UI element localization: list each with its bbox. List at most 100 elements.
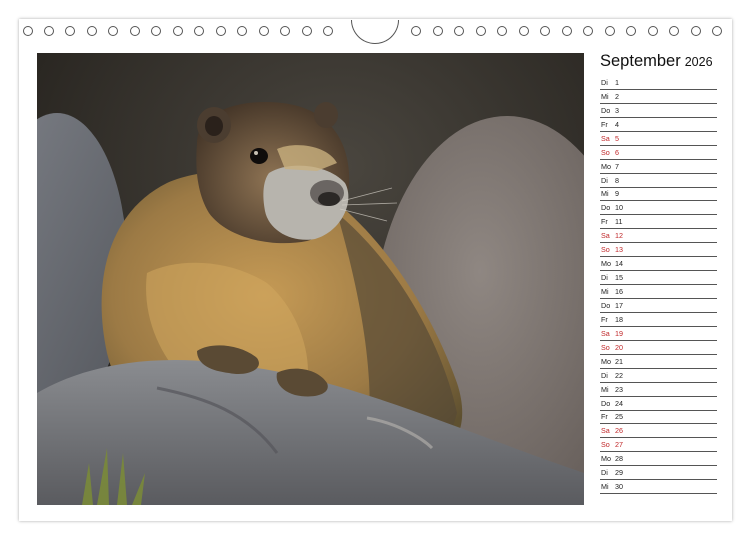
- weekday-abbr: Do: [601, 105, 611, 115]
- binding-ring: [519, 26, 529, 36]
- binding-ring: [605, 26, 615, 36]
- day-row: Fr 18: [600, 313, 717, 327]
- binding-ring: [691, 26, 701, 36]
- weekday-abbr: Di: [601, 370, 608, 380]
- day-row: Mo 21: [600, 355, 717, 369]
- day-row: Di 29: [600, 466, 717, 481]
- day-number: 10: [615, 203, 623, 213]
- day-number: 7: [615, 161, 619, 171]
- day-row: Mi 2: [600, 90, 717, 104]
- weekday-abbr: Fr: [601, 217, 608, 227]
- weekday-abbr: Mi: [601, 91, 609, 101]
- binding-ring: [302, 26, 312, 36]
- day-row: Di 1: [600, 76, 717, 90]
- day-row: Mo 28: [600, 452, 717, 467]
- weekday-abbr: Do: [601, 203, 611, 213]
- day-row: So 20: [600, 341, 717, 355]
- day-number: 8: [615, 175, 619, 185]
- day-number: 2: [615, 91, 619, 101]
- weekday-abbr: Fr: [601, 314, 608, 324]
- weekday-abbr: So: [601, 147, 610, 157]
- day-number: 3: [615, 105, 619, 115]
- weekday-abbr: Fr: [601, 119, 608, 129]
- weekday-abbr: Sa: [601, 231, 610, 241]
- binding-ring: [194, 26, 204, 36]
- day-row: So 13: [600, 243, 717, 258]
- day-number: 24: [615, 398, 623, 408]
- binding-ring: [151, 26, 161, 36]
- binding-ring: [65, 26, 75, 36]
- day-number: 28: [615, 454, 623, 464]
- day-number: 12: [615, 231, 623, 241]
- weekday-abbr: Do: [601, 398, 611, 408]
- day-number: 27: [615, 440, 623, 450]
- weekday-abbr: Mi: [601, 189, 609, 199]
- day-number: 21: [615, 356, 623, 366]
- day-number: 23: [615, 384, 623, 394]
- day-row: Mo 14: [600, 257, 717, 272]
- day-number: 4: [615, 119, 619, 129]
- weekday-abbr: Di: [601, 175, 608, 185]
- binding-ring: [259, 26, 269, 36]
- day-row: So 6: [600, 146, 717, 160]
- weekday-abbr: So: [601, 245, 610, 255]
- binding-ring: [583, 26, 593, 36]
- day-row: Sa 19: [600, 327, 717, 341]
- day-number: 17: [615, 300, 623, 310]
- day-row: Mi 16: [600, 285, 717, 299]
- day-row: Sa 12: [600, 229, 717, 244]
- weekday-abbr: Mi: [601, 482, 609, 492]
- day-row: Do 24: [600, 397, 717, 411]
- binding-ring: [648, 26, 658, 36]
- binding-ring: [411, 26, 421, 36]
- day-number: 26: [615, 426, 623, 436]
- day-row: Sa 26: [600, 424, 717, 439]
- weekday-abbr: Mi: [601, 287, 609, 296]
- day-row: Mo 7: [600, 160, 717, 174]
- day-number: 5: [615, 133, 619, 143]
- month-name: September: [600, 52, 681, 70]
- binding-ring: [454, 26, 464, 36]
- day-row: So 27: [600, 438, 717, 453]
- day-row: Di 22: [600, 369, 717, 383]
- binding-ring: [712, 26, 722, 36]
- day-number: 11: [615, 217, 623, 227]
- binding-ring: [173, 26, 183, 36]
- weekday-abbr: Di: [601, 273, 608, 283]
- year: 2026: [684, 55, 713, 69]
- day-row: Do 17: [600, 299, 717, 313]
- binding-ring: [626, 26, 636, 36]
- day-number: 1: [615, 77, 619, 87]
- day-row: Di 8: [600, 174, 717, 188]
- weekday-abbr: Sa: [601, 133, 610, 143]
- day-row: Di 15: [600, 271, 717, 286]
- weekday-abbr: Mo: [601, 356, 611, 366]
- weekday-abbr: So: [601, 342, 610, 352]
- day-number: 13: [615, 245, 623, 255]
- binding-ring: [562, 26, 572, 36]
- day-number: 9: [615, 189, 619, 199]
- weekday-abbr: Di: [601, 468, 608, 478]
- binding-ring: [237, 26, 247, 36]
- day-number: 14: [615, 259, 623, 269]
- day-number: 29: [615, 468, 623, 478]
- day-row: Fr 25: [600, 411, 717, 425]
- month-title: September 2026: [600, 52, 713, 71]
- marmot-illustration: [37, 53, 584, 505]
- binding-ring: [108, 26, 118, 36]
- day-number: 16: [615, 287, 623, 296]
- day-number: 22: [615, 370, 623, 380]
- binding-ring: [44, 26, 54, 36]
- day-row: Do 3: [600, 104, 717, 118]
- binding-ring: [669, 26, 679, 36]
- day-row: Fr 11: [600, 215, 717, 230]
- binding-ring: [23, 26, 33, 36]
- day-row: Mi 9: [600, 188, 717, 202]
- day-number: 18: [615, 314, 623, 324]
- weekday-abbr: So: [601, 440, 610, 450]
- binding-ring: [130, 26, 140, 36]
- binding-ring: [323, 26, 333, 36]
- binding-ring: [87, 26, 97, 36]
- day-row: Do 10: [600, 201, 717, 216]
- binding-ring: [497, 26, 507, 36]
